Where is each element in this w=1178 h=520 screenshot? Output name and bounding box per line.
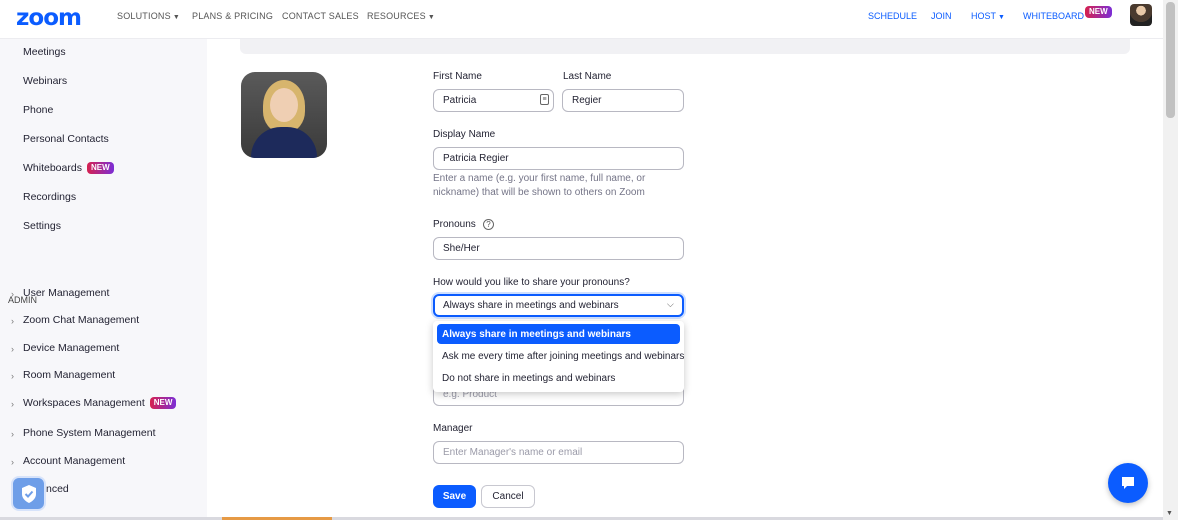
sidebar-item-advanced[interactable]: nced xyxy=(46,483,69,495)
sidebar-item-whiteboards[interactable]: Whiteboards NEW xyxy=(23,162,114,174)
dropdown-option-always-share[interactable]: Always share in meetings and webinars xyxy=(437,324,680,344)
help-icon[interactable]: ? xyxy=(483,219,494,230)
sidebar-item-webinars[interactable]: Webinars xyxy=(23,75,67,87)
nav-solutions[interactable]: SOLUTIONS ▼ xyxy=(117,11,180,21)
chevron-right-icon: › xyxy=(11,429,14,439)
nav-resources[interactable]: RESOURCES ▼ xyxy=(367,11,435,21)
share-pronouns-select[interactable]: Always share in meetings and webinars xyxy=(433,294,684,317)
manager-input[interactable]: Enter Manager's name or email xyxy=(433,441,684,464)
sidebar-item-recordings[interactable]: Recordings xyxy=(23,191,76,203)
sidebar-item-zoom-chat-management[interactable]: Zoom Chat Management xyxy=(23,314,139,326)
sidebar-item-personal-contacts[interactable]: Personal Contacts xyxy=(23,133,109,145)
shield-check-icon xyxy=(22,485,36,503)
nav-join[interactable]: JOIN xyxy=(931,11,952,21)
display-name-hint: Enter a name (e.g. your first name, full… xyxy=(433,173,646,198)
nav-schedule[interactable]: SCHEDULE xyxy=(868,11,917,21)
nav-whiteboard[interactable]: WHITEBOARD xyxy=(1023,11,1084,21)
chevron-right-icon: › xyxy=(11,457,14,467)
sidebar-item-phone-system-management[interactable]: Phone System Management xyxy=(23,427,156,439)
nav-host[interactable]: HOST ▼ xyxy=(971,11,1005,21)
chat-bubble-icon xyxy=(1122,477,1134,489)
last-name-label: Last Name xyxy=(563,71,612,82)
caret-down-icon: ▼ xyxy=(998,14,1005,21)
new-badge: NEW xyxy=(149,397,177,409)
cancel-button[interactable]: Cancel xyxy=(481,485,535,508)
pronouns-label: Pronouns xyxy=(433,219,476,230)
sidebar-item-workspaces-management[interactable]: Workspaces Management NEW xyxy=(23,397,177,409)
sidebar-item-account-management[interactable]: Account Management xyxy=(23,455,125,467)
dropdown-option-ask-every-time[interactable]: Ask me every time after joining meetings… xyxy=(437,346,684,366)
sidebar-item-room-management[interactable]: Room Management xyxy=(23,369,115,381)
chevron-down-icon: ⌵ xyxy=(667,299,674,309)
manager-label: Manager xyxy=(433,423,473,434)
page-scrollbar[interactable]: ▼ xyxy=(1163,0,1178,520)
sidebar-item-user-management[interactable]: User Management xyxy=(23,287,109,299)
sidebar-item-settings[interactable]: Settings xyxy=(23,220,61,232)
chevron-right-icon: › xyxy=(11,316,14,326)
first-name-input[interactable]: Patricia xyxy=(433,89,554,112)
sidebar-item-device-management[interactable]: Device Management xyxy=(23,342,119,354)
profile-photo[interactable] xyxy=(241,72,327,158)
contact-card-icon[interactable]: ≡ xyxy=(540,94,549,105)
save-button[interactable]: Save xyxy=(433,485,476,508)
display-name-label: Display Name xyxy=(433,129,496,140)
sidebar-item-phone[interactable]: Phone xyxy=(23,104,53,116)
first-name-label: First Name xyxy=(433,71,482,82)
dropdown-option-do-not-share[interactable]: Do not share in meetings and webinars xyxy=(437,368,680,388)
user-avatar[interactable] xyxy=(1130,4,1152,26)
chevron-right-icon: › xyxy=(11,289,14,299)
caret-down-icon: ▼ xyxy=(427,14,435,21)
nav-plans-pricing[interactable]: PLANS & PRICING xyxy=(192,11,273,21)
sidebar: Meetings Webinars Phone Personal Contact… xyxy=(0,39,207,520)
nav-contact-sales[interactable]: CONTACT SALES xyxy=(282,11,359,21)
share-pronouns-dropdown: Always share in meetings and webinars As… xyxy=(433,321,684,392)
chevron-right-icon: › xyxy=(11,371,14,381)
sidebar-item-meetings[interactable]: Meetings xyxy=(23,46,66,58)
chevron-right-icon: › xyxy=(11,399,14,409)
caret-down-icon: ▼ xyxy=(172,14,180,21)
scroll-thumb[interactable] xyxy=(1166,2,1175,118)
chat-button[interactable] xyxy=(1108,463,1148,503)
zoom-logo[interactable]: zoom xyxy=(16,5,82,31)
privacy-shield-button[interactable] xyxy=(11,476,46,511)
new-badge: NEW xyxy=(1085,6,1112,18)
last-name-input[interactable]: Regier xyxy=(562,89,684,112)
pronouns-input[interactable]: She/Her xyxy=(433,237,684,260)
scroll-down-icon[interactable]: ▼ xyxy=(1166,510,1173,517)
display-name-input[interactable]: Patricia Regier xyxy=(433,147,684,170)
chevron-right-icon: › xyxy=(11,344,14,354)
top-nav: zoom SOLUTIONS ▼ PLANS & PRICING CONTACT … xyxy=(0,0,1163,39)
share-pronouns-label: How would you like to share your pronoun… xyxy=(433,277,630,288)
new-badge: NEW xyxy=(86,162,114,174)
